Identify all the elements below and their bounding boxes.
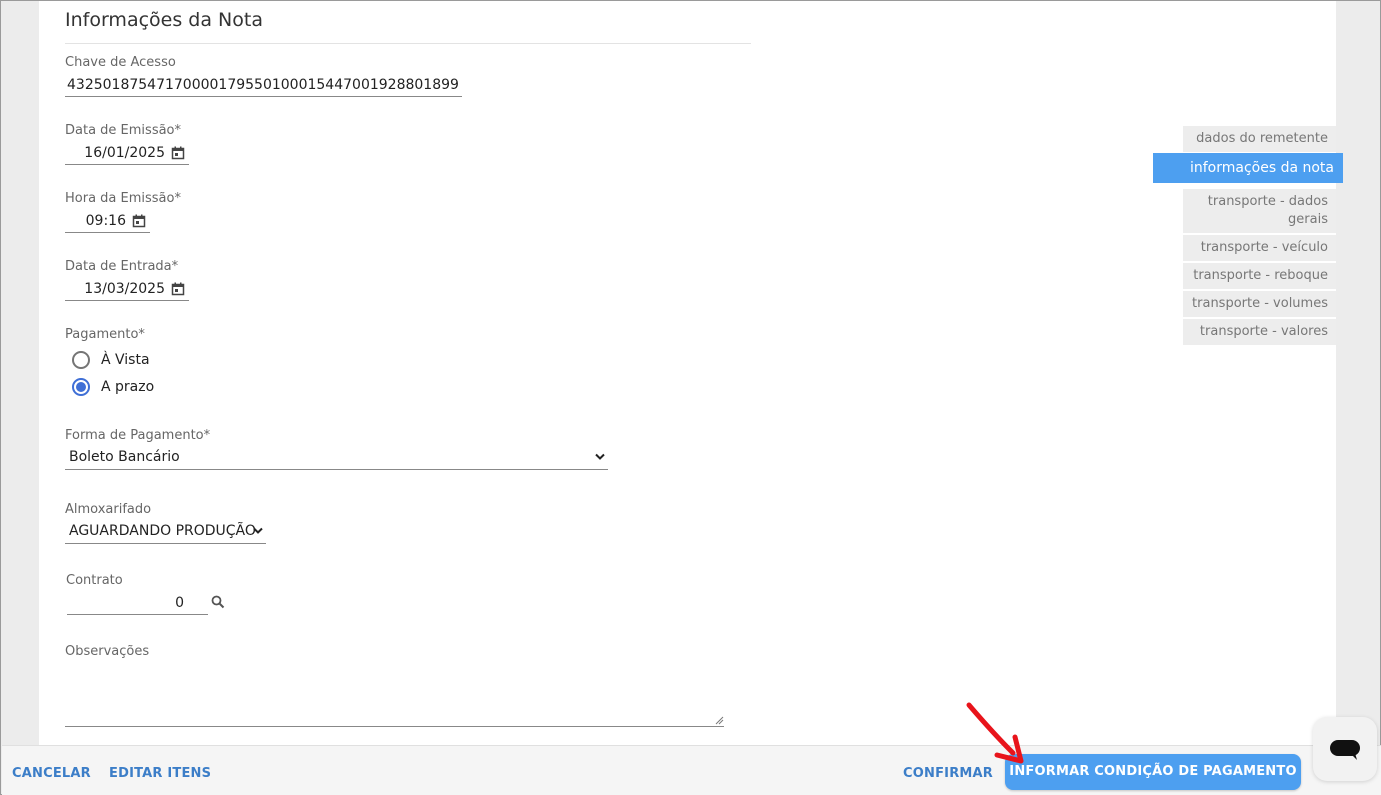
radio-a-vista-label: À Vista — [101, 352, 150, 368]
radio-a-vista-circle[interactable] — [72, 351, 90, 369]
edit-items-button[interactable]: EDITAR ITENS — [109, 766, 211, 781]
almoxarifado-value: AGUARDANDO PRODUÇÃO — [69, 523, 256, 539]
data-emissao-field[interactable]: 16/01/2025 — [65, 143, 189, 165]
informar-condicao-pagamento-button[interactable]: INFORMAR CONDIÇÃO DE PAGAMENTO — [1005, 754, 1301, 790]
almoxarifado-label: Almoxarifado — [65, 502, 152, 517]
footer-action-bar: CANCELAR EDITAR ITENS CONFIRMAR INFORMAR… — [2, 745, 1381, 795]
hora-emissao-label: Hora da Emissão* — [65, 191, 181, 206]
chat-icon — [1330, 740, 1360, 760]
resize-grip-icon[interactable] — [715, 716, 724, 725]
form-panel: Informações da Nota Chave de Acesso 4325… — [39, 1, 1336, 745]
forma-pagamento-label: Forma de Pagamento* — [65, 428, 211, 443]
chevron-down-icon — [253, 527, 263, 534]
data-emissao-label: Data de Emissão* — [65, 123, 182, 138]
contrato-label: Contrato — [66, 573, 123, 588]
section-title: Informações da Nota — [65, 9, 263, 31]
data-entrada-label: Data de Entrada* — [65, 259, 179, 274]
pagamento-label: Pagamento* — [65, 327, 145, 342]
confirm-button[interactable]: CONFIRMAR — [903, 766, 993, 781]
nav-dados-remetente[interactable]: dados do remetente — [1183, 126, 1336, 152]
observacoes-textarea[interactable] — [65, 664, 724, 727]
nav-informacoes-nota[interactable]: informações da nota — [1153, 153, 1343, 183]
cancel-button[interactable]: CANCELAR — [12, 766, 91, 781]
almoxarifado-select[interactable]: AGUARDANDO PRODUÇÃO — [65, 520, 266, 544]
chat-widget-button[interactable] — [1313, 717, 1377, 781]
data-entrada-field[interactable]: 13/03/2025 — [65, 279, 189, 301]
forma-pagamento-value: Boleto Bancário — [69, 449, 180, 465]
contrato-field[interactable]: 0 — [67, 593, 208, 615]
chave-acesso-field[interactable]: 4325018754717000017955010001544700192880… — [65, 75, 462, 97]
chevron-down-icon — [595, 453, 605, 460]
radio-a-prazo-circle[interactable] — [72, 378, 90, 396]
app-frame: Informações da Nota Chave de Acesso 4325… — [0, 0, 1381, 795]
hora-emissao-value: 09:16 — [85, 213, 126, 229]
calendar-icon[interactable] — [171, 282, 185, 296]
calendar-icon[interactable] — [171, 146, 185, 160]
data-entrada-value: 13/03/2025 — [84, 281, 165, 297]
calendar-icon[interactable] — [132, 214, 146, 228]
nav-transporte-reboque[interactable]: transporte - reboque — [1183, 263, 1336, 289]
radio-a-vista[interactable]: À Vista — [72, 349, 150, 371]
title-divider — [65, 43, 751, 44]
chave-acesso-label: Chave de Acesso — [65, 55, 176, 70]
red-arrow-icon — [966, 702, 1024, 764]
observacoes-label: Observações — [65, 644, 150, 659]
search-icon[interactable] — [211, 595, 225, 609]
forma-pagamento-select[interactable]: Boleto Bancário — [65, 446, 608, 470]
nav-transporte-valores[interactable]: transporte - valores — [1183, 319, 1336, 345]
data-emissao-value: 16/01/2025 — [84, 145, 165, 161]
radio-a-prazo-label: A prazo — [101, 379, 155, 395]
nav-transporte-volumes[interactable]: transporte - volumes — [1183, 291, 1336, 317]
nav-transporte-veiculo[interactable]: transporte - veículo — [1183, 235, 1336, 261]
hora-emissao-field[interactable]: 09:16 — [65, 211, 150, 233]
nav-transporte-dados-gerais[interactable]: transporte - dados gerais — [1183, 189, 1336, 233]
radio-a-prazo[interactable]: A prazo — [72, 376, 154, 398]
